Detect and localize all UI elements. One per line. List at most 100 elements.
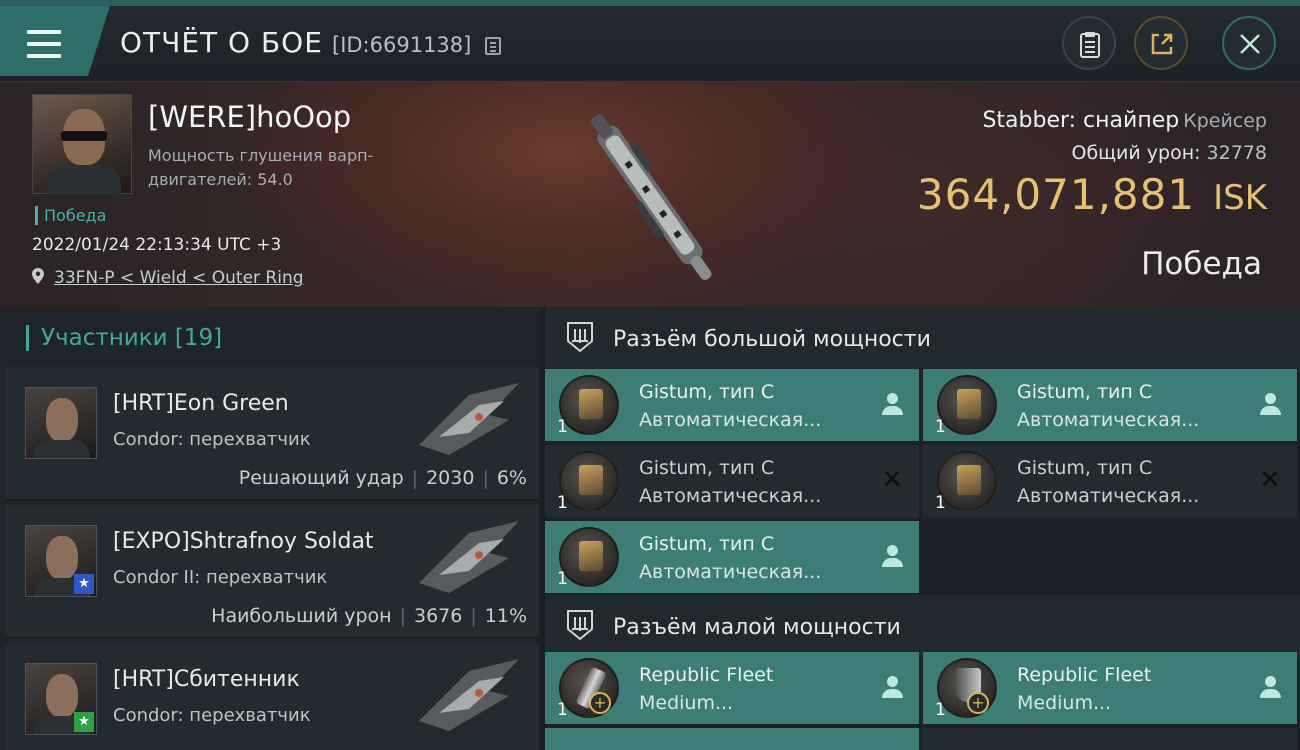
victim-ship: Stabber: снайпер Крейсер — [982, 108, 1267, 133]
stat-damage: 2030 — [426, 467, 475, 489]
participant-avatar[interactable]: ★ — [25, 525, 97, 597]
low-slot-icon — [567, 610, 593, 641]
stat-damage: 3676 — [414, 605, 463, 627]
destroyed-x-icon: ✕ — [1259, 465, 1281, 495]
ship-name: Stabber: снайпер — [982, 108, 1180, 133]
copy-icon[interactable] — [485, 37, 501, 55]
module-name: Gistum, тип C — [1017, 457, 1153, 479]
participant-ship: Condor: перехватчик — [113, 429, 311, 450]
destroyed-x-icon: ✕ — [881, 465, 903, 495]
participant-stat: Решающий удар | 2030 | 6% — [238, 467, 527, 489]
menu-icon — [27, 30, 61, 58]
participant-ship: Condor: перехватчик — [113, 705, 311, 726]
isk-unit: ISK — [1213, 178, 1267, 218]
participant-ship: Condor II: перехватчик — [113, 567, 328, 588]
module-name: Republic Fleet — [1017, 664, 1152, 686]
close-icon — [1240, 34, 1260, 54]
location-pin-icon — [32, 268, 44, 284]
participants-panel: Участники [19] [HRT]Eon Green Condor: пе… — [0, 307, 540, 750]
participant-avatar[interactable] — [25, 387, 97, 459]
module-slot[interactable]: 1 Gistum, тип C Автоматическая... — [545, 369, 919, 441]
module-qty: 1 — [557, 569, 568, 589]
module-name: Gistum, тип C — [639, 533, 775, 555]
module-slot[interactable]: 1 Gistum, тип C Автоматическая... ✕ — [923, 445, 1297, 517]
module-type: Medium... — [639, 692, 734, 714]
module-name: Gistum, тип C — [639, 457, 775, 479]
low-slots-title: Разъём малой мощности — [613, 615, 901, 640]
module-type: Medium... — [1017, 692, 1112, 714]
turret-icon — [937, 451, 997, 511]
fitted-person-icon — [1257, 391, 1283, 417]
high-slot-icon — [567, 322, 593, 353]
damage-label: Общий урон: — [1071, 142, 1201, 164]
participant-name: [HRT]Сбитенник — [113, 667, 300, 692]
outcome-label: Победа — [1141, 246, 1262, 282]
pilot-avatar[interactable] — [32, 94, 132, 195]
module-qty: 1 — [935, 700, 946, 720]
module-slot-partial[interactable] — [923, 728, 1297, 750]
fitted-person-icon — [879, 543, 905, 569]
module-type: Автоматическая... — [639, 409, 822, 431]
module-qty: 1 — [557, 493, 568, 513]
participant-name: [HRT]Eon Green — [113, 391, 289, 416]
module-name: Republic Fleet — [639, 664, 774, 686]
header-bar: ОТЧЁТ О БОЕ [ID:6691138] — [0, 0, 1300, 82]
high-slots-header: Разъём большой мощности — [545, 307, 1300, 369]
damage-value: 32778 — [1206, 142, 1267, 164]
location-link[interactable]: 33FN-P < Wield < Outer Ring — [54, 268, 304, 288]
clipboard-button[interactable] — [1062, 16, 1116, 70]
pilot-stat: Мощность глушения варп-двигателей: 54.0 — [148, 146, 374, 189]
participant-ship-icon — [419, 383, 519, 455]
module-slot[interactable]: 1 Gistum, тип C Автоматическая... — [923, 369, 1297, 441]
module-slot[interactable]: + 1 Republic Fleet Medium... — [545, 652, 919, 724]
turret-icon — [559, 451, 619, 511]
plus-badge-icon: + — [967, 692, 989, 714]
module-qty: 1 — [557, 700, 568, 720]
star-badge-icon: ★ — [74, 712, 94, 732]
module-slot[interactable]: + 1 Republic Fleet Medium... — [923, 652, 1297, 724]
high-slots-title: Разъём большой мощности — [613, 327, 931, 352]
stat-percent: 11% — [484, 605, 527, 627]
participant-avatar[interactable]: ★ — [25, 663, 97, 735]
menu-button[interactable] — [0, 6, 110, 76]
module-type: Автоматическая... — [1017, 409, 1200, 431]
module-slot[interactable]: 1 Gistum, тип C Автоматическая... — [545, 521, 919, 593]
participant-ship-icon — [419, 521, 519, 593]
star-badge-icon: ★ — [74, 574, 94, 594]
kill-summary: [WERE]hoOop Мощность глушения варп-двига… — [0, 82, 1300, 307]
stat-label: Наибольший урон — [211, 605, 392, 627]
armor-repairer-icon — [559, 658, 619, 718]
turret-icon — [559, 527, 619, 587]
total-damage: Общий урон: 32778 — [1071, 142, 1267, 164]
low-slots-header: Разъём малой мощности — [545, 595, 1300, 657]
turret-icon — [559, 375, 619, 435]
module-slot[interactable]: 1 Gistum, тип C Автоматическая... ✕ — [545, 445, 919, 517]
pilot-name: [WERE]hoOop — [148, 100, 352, 134]
fitted-person-icon — [879, 674, 905, 700]
participant-name: [EXPO]Shtrafnoy Soldat — [113, 529, 374, 554]
fitted-person-icon — [879, 391, 905, 417]
fitted-person-icon — [1257, 674, 1283, 700]
module-qty: 1 — [935, 417, 946, 437]
armor-plate-icon — [937, 658, 997, 718]
participant-row[interactable]: ★ [HRT]Сбитенник Condor: перехватчик — [5, 643, 539, 750]
module-name: Gistum, тип C — [639, 381, 775, 403]
ship-class: Крейсер — [1183, 110, 1267, 132]
participants-heading[interactable]: Участники [19] — [26, 325, 222, 351]
module-qty: 1 — [935, 493, 946, 513]
module-type: Автоматическая... — [1017, 485, 1200, 507]
close-button[interactable] — [1222, 16, 1276, 70]
stat-percent: 6% — [496, 467, 527, 489]
share-button[interactable] — [1134, 16, 1188, 70]
module-type: Автоматическая... — [639, 485, 822, 507]
isk-amount: 364,071,881 — [916, 170, 1196, 219]
participant-row[interactable]: [HRT]Eon Green Condor: перехватчик Решаю… — [5, 367, 539, 501]
report-id: [ID:6691138] — [332, 33, 472, 57]
participant-row[interactable]: ★ [EXPO]Shtrafnoy Soldat Condor II: пере… — [5, 505, 539, 639]
module-type: Автоматическая... — [639, 561, 822, 583]
ship-render — [590, 113, 712, 281]
clipboard-icon — [1080, 32, 1100, 58]
participant-ship-icon — [419, 659, 519, 731]
turret-icon — [937, 375, 997, 435]
module-slot-partial[interactable] — [545, 728, 919, 750]
